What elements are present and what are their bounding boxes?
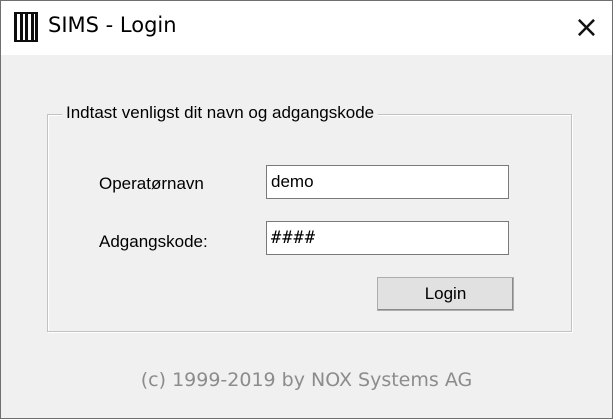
operator-name-label: Operatørnavn (99, 174, 204, 193)
window-title: SIMS - Login (48, 13, 177, 37)
password-label: Adgangskode: (99, 232, 208, 251)
title-bar[interactable]: SIMS - Login × (1, 1, 612, 55)
login-window: SIMS - Login × Indtast venligst dit navn… (0, 0, 613, 419)
close-icon: × (573, 10, 600, 45)
close-button[interactable]: × (561, 1, 612, 55)
credentials-group-legend: Indtast venligst dit navn og adgangskode (62, 103, 379, 123)
login-button[interactable]: Login (377, 277, 514, 311)
copyright-text: (c) 1999-2019 by NOX Systems AG (140, 369, 473, 391)
sims-app-icon (14, 12, 38, 42)
operator-name-input[interactable]: demo (266, 165, 509, 199)
password-input[interactable]: #### (266, 221, 509, 255)
